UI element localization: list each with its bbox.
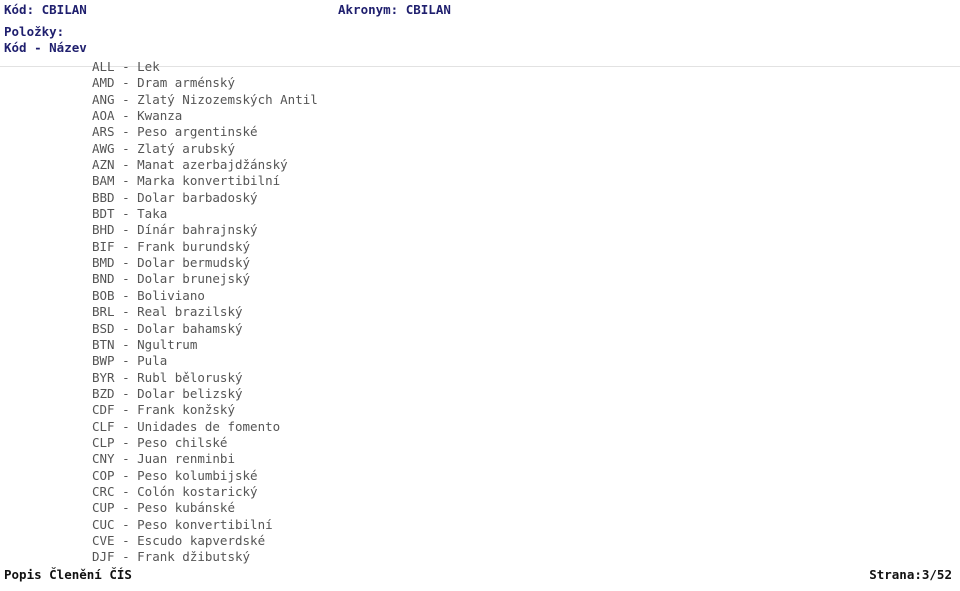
list-item: ARS - Peso argentinské	[92, 124, 258, 140]
list-item: BHD - Dínár bahrajnský	[92, 222, 258, 238]
list-item: BZD - Dolar belizský	[92, 385, 243, 401]
code-label: Kód: CBILAN	[4, 2, 87, 17]
list-item: BAM - Marka konvertibilní	[92, 173, 281, 189]
list-item: BYR - Rubl běloruský	[92, 369, 243, 385]
document-header: Kód: CBILAN Akronym: CBILAN	[0, 2, 960, 20]
list-item: BSD - Dolar bahamský	[92, 320, 243, 336]
list-item: BRL - Real brazilský	[92, 304, 243, 320]
list-item: CUP - Peso kubánské	[92, 500, 235, 516]
list-item: AZN - Manat azerbajdžánský	[92, 157, 288, 173]
document-footer: Popis Členění ČÍS Strana:3/52	[0, 567, 960, 583]
list-item: CUC - Peso konvertibilní	[92, 516, 273, 532]
footer-title: Popis Členění ČÍS	[4, 567, 132, 582]
acronym-label: Akronym: CBILAN	[338, 2, 451, 17]
list-item: CVE - Escudo kapverdské	[92, 532, 266, 548]
list-item: AMD - Dram arménský	[92, 75, 235, 91]
list-item: BOB - Boliviano	[92, 287, 205, 303]
list-item: ALL - Lek	[92, 59, 160, 74]
list-item: CNY - Juan renminbi	[92, 451, 235, 467]
list-item: AOA - Kwanza	[92, 108, 183, 124]
list-item: BIF - Frank burundský	[92, 238, 251, 254]
list-item: BND - Dolar brunejský	[92, 271, 251, 287]
list-item: BBD - Dolar barbadoský	[92, 189, 258, 205]
list-item: BWP - Pula	[92, 353, 168, 369]
items-label: Položky:	[4, 24, 65, 39]
document-page: Kód: CBILAN Akronym: CBILAN Položky: Kód…	[0, 0, 960, 591]
list-item: DJF - Frank džibutský	[92, 549, 251, 565]
currency-item-list: ALL - Lek AMD - Dram arménský ANG - Zlatý …	[92, 59, 692, 566]
items-meta-block: Položky: Kód - Název	[4, 24, 87, 56]
column-headers-label: Kód - Název	[4, 40, 87, 55]
list-item: AWG - Zlatý arubský	[92, 140, 235, 156]
list-item: COP - Peso kolumbijské	[92, 467, 258, 483]
list-item: CRC - Colón kostarický	[92, 483, 258, 499]
list-item: BTN - Ngultrum	[92, 336, 198, 352]
list-item: BDT - Taka	[92, 206, 168, 222]
page-number: Strana:3/52	[869, 567, 952, 582]
list-item: BMD - Dolar bermudský	[92, 255, 251, 271]
list-item: CLP - Peso chilské	[92, 434, 228, 450]
list-item: ANG - Zlatý Nizozemských Antil	[92, 91, 318, 107]
list-item: CDF - Frank konžský	[92, 402, 235, 418]
list-item: CLF - Unidades de fomento	[92, 418, 281, 434]
